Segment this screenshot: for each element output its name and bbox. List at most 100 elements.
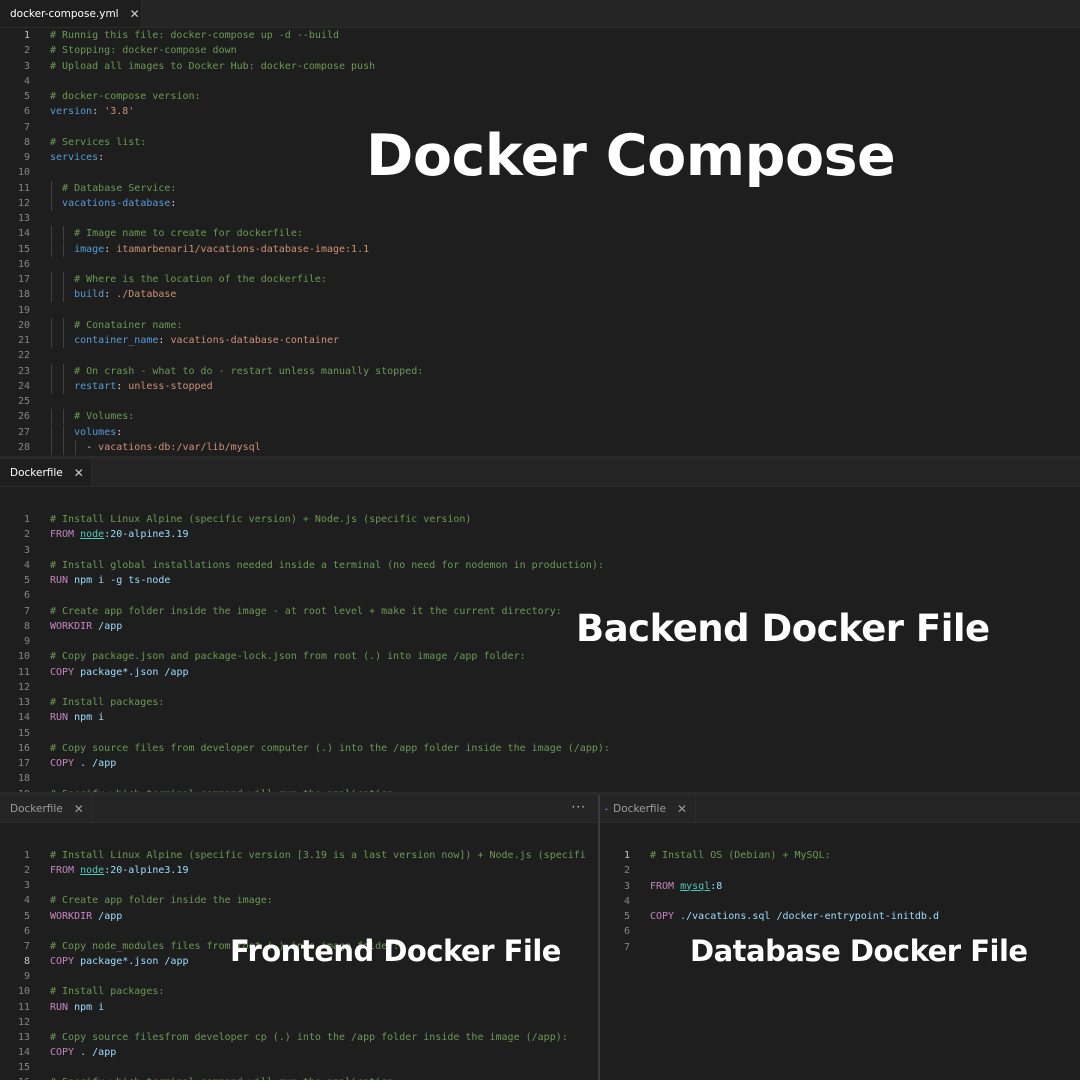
- code-line[interactable]: 17 COPY . /app: [0, 756, 1080, 771]
- code-token: # Stopping: docker-compose down: [50, 45, 237, 57]
- code-line[interactable]: 4 # Create app folder inside the image:: [0, 893, 598, 908]
- code-line[interactable]: 27 volumes:: [0, 424, 1080, 440]
- code-line[interactable]: 11 RUN npm i: [0, 1000, 598, 1015]
- code-line[interactable]: 15: [0, 726, 1080, 741]
- line-number: 7: [623, 941, 630, 953]
- code-line[interactable]: 5 # docker-compose version:: [0, 89, 1080, 104]
- code-line[interactable]: 3: [0, 878, 598, 893]
- code-line[interactable]: 15 image: itamarbenari1/vacations-databa…: [0, 241, 1080, 257]
- line-number: 11: [17, 1001, 30, 1013]
- code-line[interactable]: 4: [0, 74, 1080, 89]
- code-line[interactable]: 20 # Conatainer name:: [0, 317, 1080, 333]
- code-token: # Install global installations needed in…: [50, 559, 604, 571]
- line-text: # Upload all images to Docker Hub: docke…: [50, 59, 375, 74]
- code-line[interactable]: 21 container_name: vacations-database-co…: [0, 333, 1080, 348]
- code-line[interactable]: 15: [0, 1060, 598, 1075]
- code-line[interactable]: 23 # On crash - what to do - restart unl…: [0, 363, 1080, 379]
- code-token: package*.json /app: [80, 666, 189, 678]
- line-text: COPY . /app: [50, 756, 116, 771]
- code-line[interactable]: 1 # Runnig this file: docker-compose up -…: [0, 28, 1080, 43]
- code-line[interactable]: 12 vacations-database:: [0, 195, 1080, 211]
- code-line[interactable]: 13 # Install packages:: [0, 695, 1080, 710]
- line-text: RUN npm i: [50, 1000, 104, 1015]
- code-line[interactable]: 18 build: ./Database: [0, 287, 1080, 303]
- code-line[interactable]: 2 FROM node:20-alpine3.19: [0, 863, 598, 878]
- line-number: 25: [17, 396, 30, 407]
- code-line[interactable]: 2 # Stopping: docker-compose down: [0, 43, 1080, 58]
- code-line[interactable]: 19: [0, 303, 1080, 318]
- line-number: 3: [23, 880, 30, 892]
- code-line[interactable]: 22: [0, 348, 1080, 363]
- code-line[interactable]: 3: [0, 543, 1080, 558]
- code-line[interactable]: 17 # Where is the location of the docker…: [0, 272, 1080, 287]
- code-line[interactable]: 3 FROM mysql:8: [600, 879, 1080, 894]
- line-text: # Database Service:: [50, 181, 176, 196]
- code-token: # On crash - what to do - restart unless…: [74, 365, 424, 377]
- line-number: 8: [23, 136, 30, 148]
- code-token: unless-stopped: [128, 380, 213, 392]
- database-editor-pane: Dockerfile ✕ 1 # Install OS (Debian) + My…: [600, 795, 1080, 1080]
- code-token: ./Database: [116, 289, 177, 301]
- code-line[interactable]: 6 version: '3.8': [0, 104, 1080, 119]
- code-token: services: [50, 152, 99, 163]
- code-line[interactable]: 5 RUN npm i -g ts-node: [0, 573, 1080, 588]
- line-text: # Create app folder inside the image - a…: [50, 604, 562, 619]
- code-token: # Database Service:: [62, 182, 177, 194]
- code-line[interactable]: 13: [0, 211, 1080, 226]
- line-text: # Copy source filesfrom developer cp (.)…: [50, 1030, 568, 1045]
- code-line[interactable]: 12: [0, 680, 1080, 695]
- line-number: 4: [23, 75, 30, 87]
- code-line[interactable]: 2 FROM node:20-alpine3.19: [0, 527, 1080, 542]
- code-line[interactable]: 18: [0, 771, 1080, 786]
- code-line[interactable]: 1 # Install Linux Alpine (specific versio…: [0, 848, 598, 863]
- code-line[interactable]: 24 restart: unless-stopped: [0, 378, 1080, 394]
- line-number: 1: [23, 30, 30, 41]
- line-text: RUN npm i: [50, 710, 104, 725]
- line-text: build: ./Database: [50, 287, 176, 302]
- code-token: COPY: [50, 666, 81, 678]
- code-line[interactable]: 10 # Install packages:: [0, 984, 598, 999]
- code-line[interactable]: 14 RUN npm i: [0, 710, 1080, 725]
- code-token: :: [92, 106, 105, 118]
- code-line[interactable]: 9: [0, 969, 598, 984]
- code-line[interactable]: 6: [0, 588, 1080, 603]
- code-line[interactable]: 14 # Image name to create for dockerfile…: [0, 226, 1080, 242]
- line-number: 14: [17, 228, 30, 240]
- code-token: FROM: [50, 865, 81, 877]
- code-line[interactable]: 5 COPY ./vacations.sql /docker-entrypoint…: [600, 909, 1080, 924]
- code-line[interactable]: 25: [0, 394, 1080, 409]
- code-line[interactable]: 1 # Install Linux Alpine (specific versio…: [0, 512, 1080, 527]
- line-text: FROM node:20-alpine3.19: [50, 527, 189, 542]
- line-number: 12: [17, 681, 30, 693]
- line-text: WORKDIR /app: [50, 909, 122, 924]
- code-line[interactable]: 16 # Copy source files from developer com…: [0, 741, 1080, 756]
- line-number: 7: [23, 605, 30, 617]
- code-line[interactable]: 28 - vacations-db:/var/lib/mysql: [0, 439, 1080, 455]
- line-number: 9: [23, 152, 30, 163]
- code-line[interactable]: 14 COPY . /app: [0, 1045, 598, 1060]
- indent-guide: [51, 287, 52, 303]
- code-line[interactable]: 26 # Volumes:: [0, 409, 1080, 425]
- code-line[interactable]: 16: [0, 257, 1080, 272]
- code-area[interactable]: 1 # Runnig this file: docker-compose up -…: [0, 0, 1080, 456]
- code-line[interactable]: 4: [600, 894, 1080, 909]
- code-line[interactable]: 1 # Install OS (Debian) + MySQL:: [600, 848, 1080, 863]
- line-number: 10: [17, 167, 30, 179]
- code-line[interactable]: 3 # Upload all images to Docker Hub: dock…: [0, 59, 1080, 74]
- indent-guide: [63, 317, 64, 333]
- code-line[interactable]: 12: [0, 1015, 598, 1030]
- code-line[interactable]: 16 # Specify which terminal command will …: [0, 1075, 598, 1080]
- code-line[interactable]: 2: [600, 863, 1080, 878]
- indent-guide: [51, 241, 52, 257]
- indent-guide: [51, 195, 52, 211]
- line-number: 15: [17, 243, 30, 255]
- code-token: :8: [710, 880, 723, 892]
- code-line[interactable]: 5 WORKDIR /app: [0, 909, 598, 924]
- code-line[interactable]: 13 # Copy source filesfrom developer cp (…: [0, 1030, 598, 1045]
- code-line[interactable]: 4 # Install global installations needed i…: [0, 558, 1080, 573]
- line-number: 10: [17, 986, 30, 998]
- code-line[interactable]: 10 # Copy package.json and package-lock.j…: [0, 649, 1080, 664]
- code-token: # Services list:: [50, 136, 147, 148]
- line-number: 24: [17, 380, 30, 392]
- code-line[interactable]: 11 COPY package*.json /app: [0, 665, 1080, 680]
